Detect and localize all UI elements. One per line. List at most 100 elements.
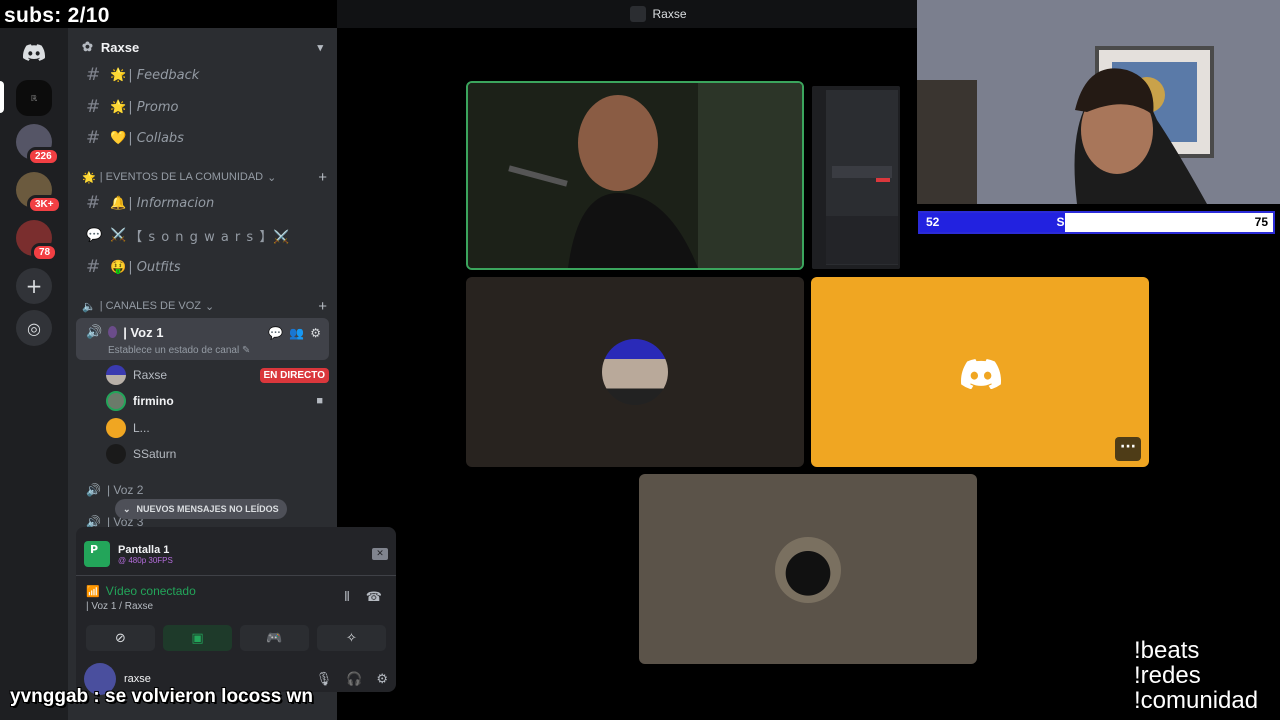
channel-label: | Promo [128, 99, 179, 115]
camera-off-icon: ⊘ [115, 630, 126, 646]
camera-toggle-button[interactable]: ⊘ [86, 625, 155, 651]
chat-text: se volvieron locoss wn [105, 686, 314, 707]
video-tile-raxse[interactable] [466, 277, 804, 467]
gear-icon[interactable]: ⚙ [310, 326, 321, 340]
webcam-feed [468, 83, 802, 268]
voice-user-l[interactable]: L... [106, 416, 329, 440]
category-voice[interactable]: 🔈 | CANALES DE VOZ ⌄ + [82, 297, 327, 315]
server-raxse-logo: ℝ [30, 93, 38, 103]
voice-user-name: firmino [133, 394, 174, 408]
channel-label: 【 s o n g w a r s 】⚔️ [129, 229, 291, 245]
channel-informacion[interactable]: # 🔔 | Informacion [76, 188, 329, 218]
command-redes: !redes [1134, 662, 1201, 689]
voice-user-raxse[interactable]: Raxse EN DIRECTO [106, 363, 329, 387]
activity-button[interactable]: 🎮 [240, 625, 309, 651]
channel-collabs[interactable]: # 💛 | Collabs [76, 123, 329, 153]
channel-songwars[interactable]: 💬 ⚔️ 【 s o n g w a r s 】⚔️ [76, 220, 329, 250]
text-channel-icon: # [86, 128, 101, 148]
video-connected-status[interactable]: 📶 Vídeo conectado [86, 584, 196, 598]
stream-quality: @ 480p 30FPS [118, 555, 173, 565]
screen-share-tile[interactable] [812, 86, 900, 269]
add-channel-icon[interactable]: + [318, 298, 327, 315]
pencil-icon: ✎ [242, 345, 251, 356]
voice-user-ssaturn[interactable]: SSaturn [106, 442, 329, 466]
more-options-button[interactable]: ··· [1115, 437, 1141, 461]
server-rail: ℝ 226 3K+ 78 + ◎ [0, 28, 68, 720]
username[interactable]: raxse [124, 673, 151, 685]
chevron-down-icon: ⌄ [267, 171, 277, 184]
category-label: | CANALES DE VOZ [99, 300, 201, 312]
video-tile-ssaturn[interactable] [639, 474, 977, 664]
disconnect-icon[interactable]: ☎ [366, 590, 382, 605]
gear-icon[interactable]: ⚙ [376, 671, 388, 687]
voice-channel-voz1[interactable]: 🔊 | Voz 1 Establece un estado de canal ✎… [76, 318, 329, 360]
voice-user-name: Raxse [133, 368, 168, 382]
screen-share-button[interactable]: ▣ [163, 625, 232, 651]
chat-icon[interactable]: 💬 [268, 326, 283, 340]
server-icon [630, 6, 647, 22]
voice-panel: P Pantalla 1 @ 480p 30FPS ✕ 📶 Vídeo cone… [76, 527, 396, 695]
stream-app-icon: P [84, 541, 110, 567]
server-raxse[interactable]: ℝ [16, 80, 52, 116]
channel-outfits[interactable]: # 🤑 | Outfits [76, 252, 329, 282]
user-controls: 🎙 🎧 ⚙ [316, 671, 388, 687]
video-tile-l[interactable]: ··· [811, 277, 1149, 467]
live-badge: EN DIRECTO [259, 367, 329, 383]
invite-icon[interactable]: 👥 [289, 326, 304, 340]
stop-stream-icon[interactable]: ✕ [372, 548, 388, 560]
category-events[interactable]: 🌟 | EVENTOS DE LA COMUNIDAD ⌄ + [82, 168, 327, 186]
webcam-feed [917, 0, 1280, 204]
noise-suppression-icon[interactable]: ⦀ [344, 590, 350, 605]
channel-status-text[interactable]: Establece un estado de canal ✎ [108, 345, 250, 356]
channel-status-label: Establece un estado de canal [108, 345, 240, 356]
avatar [775, 537, 841, 603]
text-channel-icon: # [86, 97, 101, 117]
avatar [106, 444, 126, 464]
avatar [602, 339, 668, 405]
microphone-icon[interactable]: 🎙 [316, 671, 333, 687]
text-channel-icon: # [86, 257, 101, 277]
video-channel-label[interactable]: | Voz 1 / Raxse [86, 601, 153, 612]
add-server-icon[interactable]: + [16, 268, 52, 304]
voice-channel-header: 🔊 | Voz 1 [86, 324, 163, 340]
channel-emoji: 💛 [110, 130, 127, 146]
command-comunidad: !comunidad [1134, 687, 1259, 714]
explore-icon[interactable]: ◎ [16, 310, 52, 346]
unread-badge: 3K+ [27, 195, 62, 214]
streamer-webcam [917, 0, 1280, 204]
unread-banner-label: NUEVOS MENSAJES NO LEÍDOS [136, 504, 279, 514]
add-channel-icon[interactable]: + [318, 169, 327, 186]
voice-user-name: SSaturn [133, 447, 177, 461]
follower-goal: 75 [1254, 215, 1268, 229]
channel-emoji: 🔔 [110, 195, 127, 211]
channel-label: | Collabs [128, 130, 184, 146]
voice-channel-icon: 🔊 [86, 483, 101, 497]
voice-channel-icon: 🔊 [86, 324, 103, 339]
chat-separator: : [93, 686, 100, 707]
headphones-icon[interactable]: 🎧 [346, 671, 362, 687]
selected-server-indicator [0, 81, 4, 113]
divider [76, 575, 396, 576]
stream-app-letter: P [90, 543, 99, 556]
avatar [106, 365, 126, 385]
channel-emoji: ⚔️ [110, 227, 128, 243]
chevron-down-icon: ⌄ [204, 300, 215, 313]
window-titlebar: Raxse [337, 0, 980, 28]
discord-home-icon[interactable] [16, 34, 52, 70]
server-name: Raxse [100, 39, 140, 55]
video-tile-firmino[interactable] [466, 81, 804, 270]
camera-icon: ■ [316, 395, 323, 407]
channel-sidebar: ✿ Raxse ▾ # 🌟 | Feedback # 🌟 | Promo # 💛… [68, 28, 396, 720]
voice-user-name: L... [133, 421, 150, 435]
follower-goal-bar: 52 SEGUIDORES 75 [918, 211, 1275, 234]
channel-label: | Outfits [128, 259, 181, 275]
unread-messages-banner[interactable]: ⌄ NUEVOS MENSAJES NO LEÍDOS [115, 499, 287, 519]
speaker-icon: 🔈 [82, 300, 96, 313]
channel-promo[interactable]: # 🌟 | Promo [76, 92, 329, 122]
voice-channel-voz2[interactable]: 🔊 | Voz 2 [86, 483, 143, 497]
server-settings-icon: ✿ [82, 39, 93, 54]
soundboard-button[interactable]: ✧ [317, 625, 386, 651]
unread-badge: 78 [31, 243, 59, 262]
voice-user-firmino[interactable]: firmino ■ [106, 389, 329, 413]
channel-feedback[interactable]: # 🌟 | Feedback [76, 60, 329, 90]
